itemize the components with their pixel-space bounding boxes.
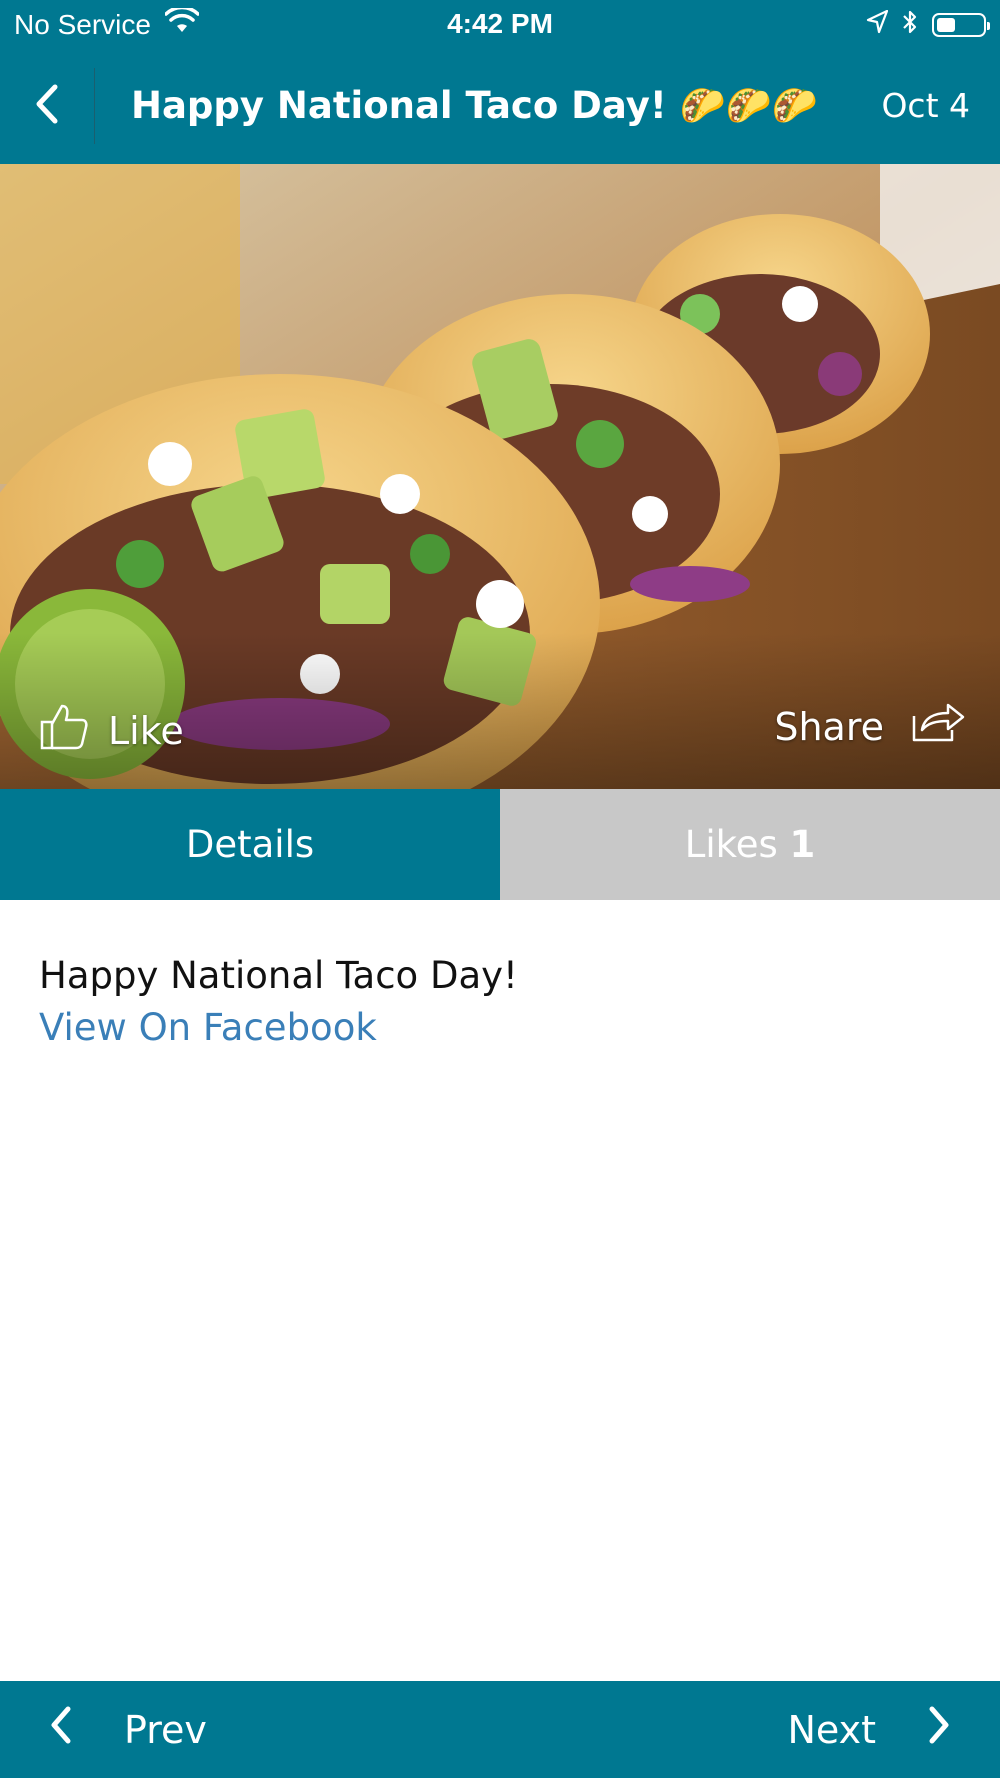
next-label: Next: [787, 1707, 876, 1752]
tab-likes-label: Likes: [684, 823, 790, 866]
view-on-facebook-link[interactable]: View On Facebook: [39, 1002, 518, 1054]
nav-divider: [94, 68, 95, 144]
chevron-right-icon: [926, 1705, 952, 1754]
next-button[interactable]: Next: [787, 1681, 952, 1778]
post-content: Happy National Taco Day! View On Faceboo…: [39, 950, 518, 1054]
thumbs-up-icon: [38, 700, 90, 761]
bluetooth-icon: [902, 9, 918, 40]
likes-count: 1: [789, 823, 816, 866]
battery-level: [937, 17, 955, 32]
post-text: Happy National Taco Day!: [39, 954, 518, 997]
nav-bar: Happy National Taco Day! 🌮🌮🌮 Oct 4: [0, 48, 1000, 164]
share-button[interactable]: Share: [774, 700, 966, 753]
share-label: Share: [774, 704, 884, 749]
battery-icon: [932, 12, 990, 37]
chevron-left-icon: [48, 1705, 74, 1754]
post-date: Oct 4: [881, 86, 970, 125]
prev-button[interactable]: Prev: [48, 1681, 207, 1778]
like-button[interactable]: Like: [38, 700, 184, 761]
like-label: Like: [108, 708, 184, 753]
back-button[interactable]: [0, 48, 94, 164]
bottom-nav: Prev Next: [0, 1681, 1000, 1778]
tab-details-label: Details: [185, 823, 315, 866]
tacos-photo: [0, 164, 1000, 789]
status-right: [866, 9, 990, 40]
tab-details[interactable]: Details: [0, 789, 500, 900]
hero-image: [0, 164, 1000, 789]
tab-bar: Details Likes 1: [0, 789, 1000, 900]
status-time: 4:42 PM: [447, 8, 553, 39]
tab-likes[interactable]: Likes 1: [500, 789, 1000, 900]
chevron-left-icon: [32, 83, 62, 129]
location-arrow-icon: [866, 9, 889, 39]
battery-nub: [987, 21, 990, 30]
status-bar: No Service 4:42 PM: [0, 0, 1000, 48]
prev-label: Prev: [124, 1707, 207, 1752]
share-arrow-icon: [910, 700, 966, 753]
page-title: Happy National Taco Day! 🌮🌮🌮: [131, 84, 818, 127]
